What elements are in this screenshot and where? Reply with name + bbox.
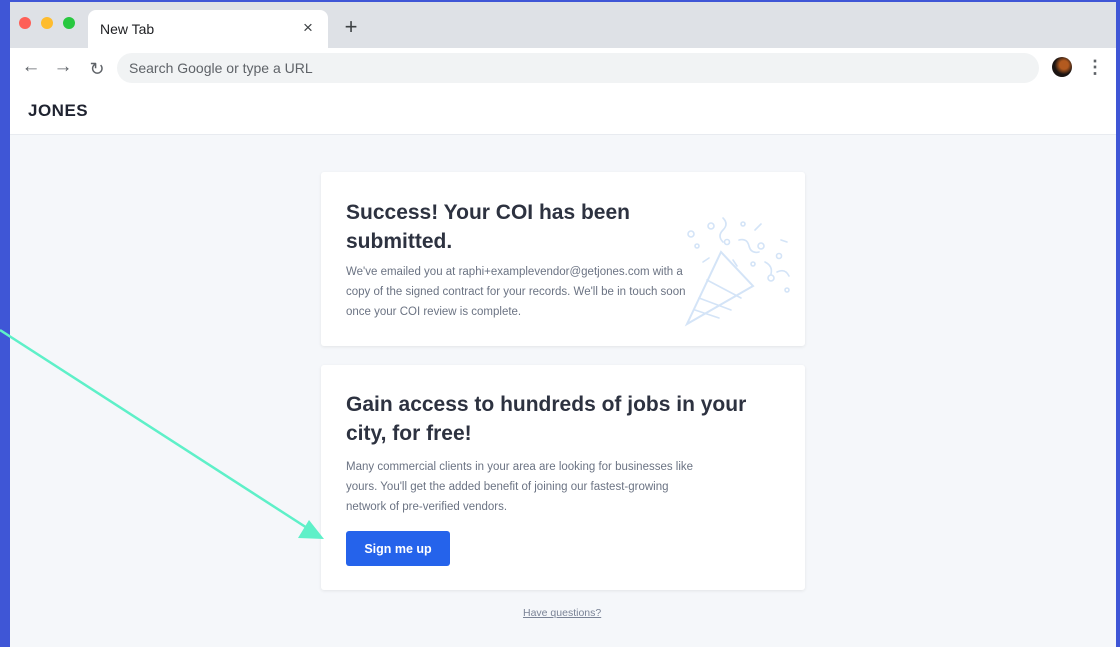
page-header: JONES — [10, 88, 1116, 135]
arrow-left-icon[interactable]: ← — [20, 56, 42, 78]
reload-icon[interactable]: ↻ — [86, 58, 108, 80]
minimize-window-icon[interactable] — [41, 17, 53, 29]
success-message: We've emailed you at raphi+examplevendor… — [346, 266, 686, 318]
sign-me-up-button[interactable]: Sign me up — [346, 531, 450, 566]
close-window-icon[interactable] — [19, 17, 31, 29]
arrow-right-icon[interactable]: → — [52, 56, 74, 78]
maximize-window-icon[interactable] — [63, 17, 75, 29]
tab-strip: New Tab × + — [10, 2, 1116, 48]
brand-logo[interactable]: JONES — [28, 101, 88, 121]
new-tab-icon[interactable]: + — [340, 16, 362, 38]
more-options-icon[interactable]: ⋮ — [1086, 56, 1104, 78]
address-bar[interactable]: Search Google or type a URL — [117, 53, 1039, 83]
success-title: Success! Your COI has been submitted. — [346, 201, 630, 253]
promo-card: Gain access to hundreds of jobs in your … — [321, 365, 805, 590]
promo-title: Gain access to hundreds of jobs in your … — [346, 393, 747, 445]
success-card: Success! Your COI has been submitted. We… — [321, 172, 805, 346]
close-tab-icon[interactable]: × — [298, 18, 318, 38]
browser-window: New Tab × + ← → ↻ Search Google or type … — [10, 2, 1116, 647]
have-questions-link[interactable]: Have questions? — [523, 607, 601, 619]
browser-toolbar: ← → ↻ Search Google or type a URL ⋮ — [10, 48, 1116, 88]
promo-message: Many commercial clients in your area are… — [346, 461, 694, 513]
tab-new-tab[interactable]: New Tab × — [88, 10, 328, 48]
tab-title: New Tab — [100, 21, 155, 37]
profile-avatar[interactable] — [1052, 57, 1072, 77]
party-popper-icon — [684, 217, 790, 327]
